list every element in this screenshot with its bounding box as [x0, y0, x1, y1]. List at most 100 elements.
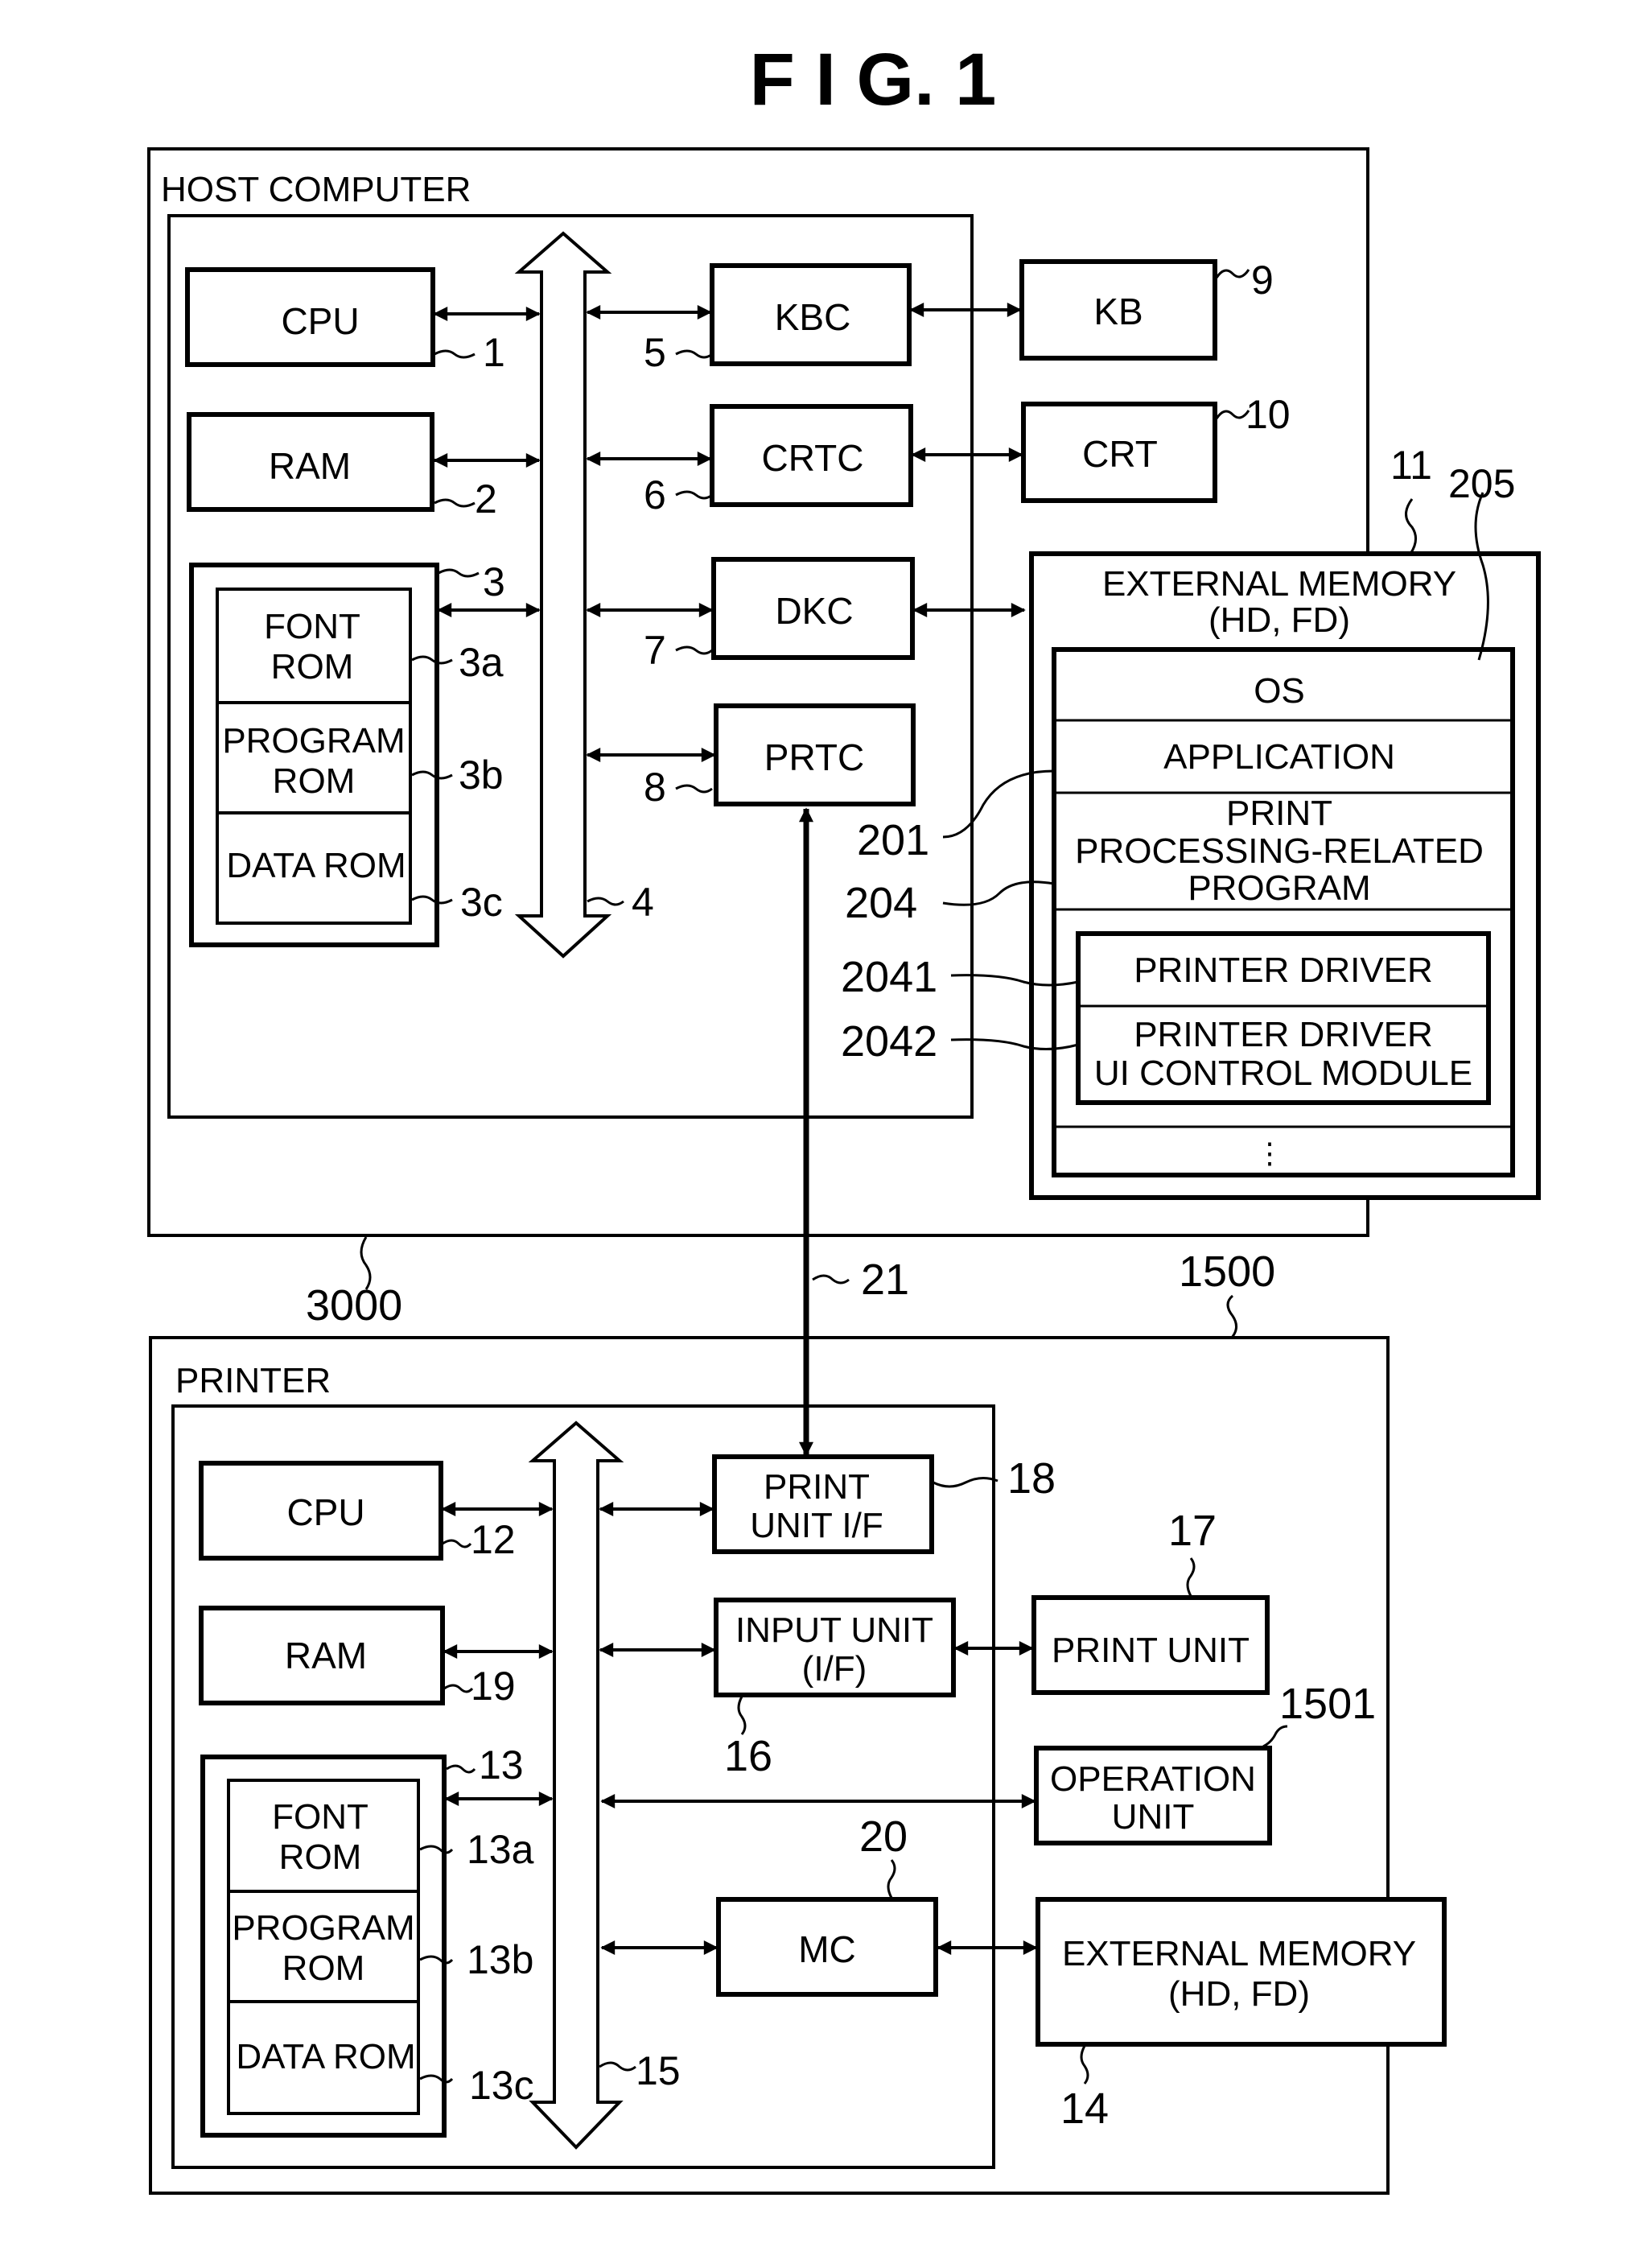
print-unit: PRINT UNIT: [1031, 1595, 1270, 1695]
leader: [434, 349, 476, 359]
leader: [442, 1539, 472, 1548]
host-dkc-label: DKC: [775, 590, 853, 632]
host-prtc-label: PRTC: [764, 736, 864, 778]
printer-ram-label: RAM: [285, 1635, 367, 1676]
leader: [599, 2061, 636, 2072]
host-external-memory: EXTERNAL MEMORY (HD, FD) OS APPLICATION …: [1029, 551, 1541, 1200]
operation-unit: OPERATION UNIT: [1034, 1746, 1272, 1845]
os-label: OS: [1254, 671, 1305, 711]
host-prtc: PRTC: [714, 703, 916, 806]
leader: [1080, 2045, 1089, 2084]
host-data-rom-label: DATA ROM: [226, 846, 406, 885]
print-program-line1: PRINT: [1226, 794, 1332, 833]
host-data-rom-ref: 3c: [460, 880, 503, 925]
print-unit-label: PRINT UNIT: [1052, 1631, 1250, 1670]
host-program-rom-ref: 3b: [459, 753, 504, 798]
input-unit-line1: INPUT UNIT: [735, 1610, 933, 1650]
ui-module-ref: 2042: [841, 1017, 937, 1066]
print-unit-ref: 17: [1168, 1507, 1217, 1555]
printer-label: PRINTER: [175, 1361, 331, 1400]
leader: [1226, 1294, 1237, 1340]
crt-ref: 10: [1246, 392, 1291, 437]
printer-cpu: CPU: [199, 1461, 443, 1561]
printer-font-rom-line2: ROM: [279, 1837, 362, 1877]
crt-label: CRT: [1082, 433, 1158, 475]
host-kbc-label: KBC: [775, 296, 851, 338]
figure-title: F I G. 1: [750, 39, 997, 121]
printer-driver-ref: 2041: [841, 953, 937, 1001]
host-dkc-ref: 7: [644, 628, 666, 673]
input-unit-line2: (I/F): [802, 1649, 867, 1689]
printer-rom-group: FONT ROM PROGRAM ROM DATA ROM: [200, 1755, 447, 2138]
print-unit-if-line1: PRINT: [764, 1467, 870, 1507]
printer-ref: 1500: [1179, 1247, 1275, 1296]
ext-mem-line2: (HD, FD): [1208, 600, 1350, 640]
printer-cpu-ref: 12: [471, 1517, 516, 1562]
leader: [1262, 1725, 1288, 1748]
host-kbc: KBC: [710, 263, 912, 366]
leader: [812, 1274, 850, 1285]
leader: [1405, 498, 1417, 555]
host-rom-ref: 3: [483, 559, 505, 604]
print-program-line2: PROCESSING-RELATED: [1075, 831, 1484, 871]
host-program-rom-line1: PROGRAM: [222, 721, 405, 761]
host-crtc-label: CRTC: [762, 437, 864, 479]
host-rom-group: FONT ROM PROGRAM ROM DATA ROM: [189, 563, 439, 947]
host-font-rom-line1: FONT: [264, 607, 360, 646]
printer-driver-label: PRINTER DRIVER: [1134, 950, 1433, 990]
print-program-line3: PROGRAM: [1188, 868, 1370, 908]
host-dkc: DKC: [711, 557, 915, 660]
host-kbc-ref: 5: [644, 330, 666, 375]
operation-unit-line1: OPERATION: [1050, 1759, 1256, 1799]
host-program-rom-line2: ROM: [273, 761, 356, 801]
ext-mem-ref: 11: [1390, 443, 1432, 488]
ext-mem-line1: EXTERNAL MEMORY: [1102, 564, 1456, 604]
host-ram-label: RAM: [269, 445, 351, 487]
printer-rom-ref: 13: [479, 1742, 524, 1788]
crt-display: CRT: [1021, 402, 1217, 503]
host-crtc: CRTC: [710, 404, 913, 507]
leader: [446, 1764, 476, 1774]
leader: [443, 1684, 474, 1693]
print-unit-if-ref: 18: [1007, 1454, 1056, 1503]
leader: [933, 1477, 998, 1488]
ui-module-line2: UI CONTROL MODULE: [1094, 1054, 1472, 1093]
keyboard: KB: [1019, 259, 1217, 361]
kb-label: KB: [1093, 291, 1143, 332]
operation-unit-ref: 1501: [1279, 1680, 1376, 1728]
block-diagram: F I G. 1 HOST COMPUTER 4 CPU 1 RAM 2 FON…: [147, 39, 1541, 2195]
host-prtc-ref: 8: [644, 765, 666, 810]
host-system-bus: [514, 231, 612, 959]
printer-ext-mem-ref: 14: [1060, 2084, 1109, 2133]
input-unit-ref: 16: [724, 1732, 772, 1780]
printer-ext-mem-line2: (HD, FD): [1168, 1974, 1310, 2014]
host-computer-label: HOST COMPUTER: [161, 170, 471, 209]
print-unit-if-line2: UNIT I/F: [750, 1506, 883, 1545]
more-items-ellipsis: ⋮: [1255, 1136, 1284, 1169]
printer-external-memory: EXTERNAL MEMORY (HD, FD): [1036, 1897, 1447, 2047]
printer-ram-ref: 19: [471, 1664, 516, 1709]
kb-ref: 9: [1251, 258, 1274, 303]
host-cpu-ref: 1: [483, 330, 505, 375]
printer-program-rom-line1: PROGRAM: [232, 1908, 414, 1948]
bus-leader: [587, 897, 624, 906]
host-bus-ref: 4: [632, 880, 654, 925]
printer-program-rom-ref: 13b: [467, 1937, 533, 1982]
printer-ram: RAM: [199, 1606, 445, 1705]
application-label: APPLICATION: [1163, 737, 1395, 777]
host-computer-ref: 3000: [306, 1281, 402, 1330]
leader: [675, 349, 713, 359]
leader: [434, 498, 476, 508]
host-font-rom-ref: 3a: [459, 640, 504, 685]
operation-unit-line2: UNIT: [1112, 1797, 1195, 1837]
leader: [438, 568, 480, 578]
host-ram-ref: 2: [475, 476, 497, 522]
host-crtc-ref: 6: [644, 472, 666, 518]
printer-system-bus: [528, 1421, 624, 2150]
memory-controller: MC: [716, 1897, 938, 1997]
printer-font-rom-ref: 13a: [467, 1827, 534, 1872]
leader: [1215, 410, 1250, 419]
ui-module-line1: PRINTER DRIVER: [1134, 1015, 1433, 1054]
print-unit-interface: PRINT UNIT I/F: [712, 1454, 934, 1554]
host-cpu-label: CPU: [281, 300, 359, 342]
